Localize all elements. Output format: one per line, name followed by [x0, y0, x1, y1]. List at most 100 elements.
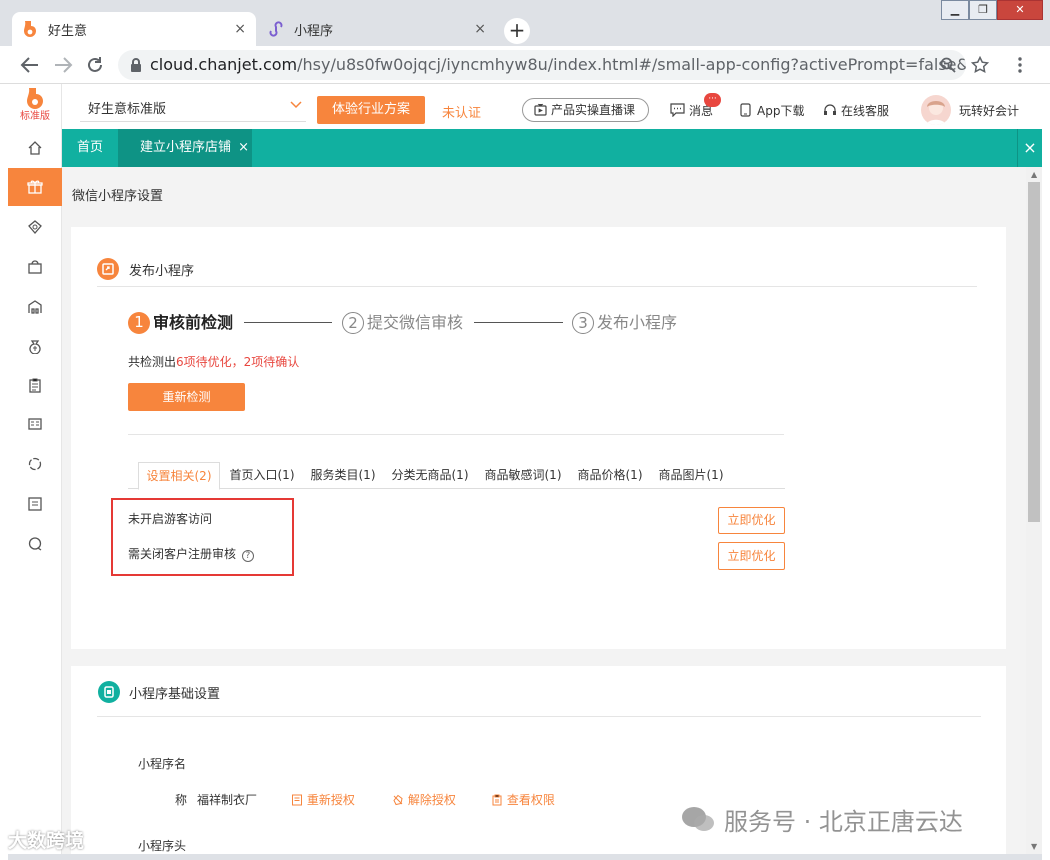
sidebar-refresh-icon[interactable]: [8, 445, 62, 483]
back-icon[interactable]: [20, 56, 40, 74]
online-service-link[interactable]: 在线客服: [841, 102, 889, 119]
live-course-label: 产品实操直播课: [551, 103, 636, 117]
sidebar-store-icon[interactable]: [8, 208, 62, 246]
mini-program-name-label: 小程序名: [138, 757, 187, 771]
scrollbar-thumb[interactable]: [1028, 182, 1040, 522]
tab-label: 建立小程序店铺: [140, 140, 232, 155]
view-permission-link[interactable]: 查看权限: [491, 791, 555, 808]
unlink-icon: [392, 794, 404, 806]
certification-status[interactable]: 未认证: [442, 102, 481, 121]
browser-menu-icon[interactable]: [1018, 57, 1022, 73]
sidebar-home-icon[interactable]: [8, 129, 62, 167]
sidebar-chat-icon[interactable]: [8, 525, 62, 563]
divider: [97, 286, 977, 287]
mini-program-avatar-label: 小程序头: [138, 839, 187, 853]
step-2-number: 2: [342, 312, 364, 334]
sidebar-news-icon[interactable]: [8, 485, 62, 523]
browser-tab-haoshengyi[interactable]: 好生意 ×: [12, 12, 256, 46]
reload-icon[interactable]: [85, 55, 105, 75]
publish-section-title: 发布小程序: [129, 264, 195, 279]
basic-section-title: 小程序基础设置: [129, 687, 221, 702]
check-summary: 共检测出6项待优化，2项待确认: [128, 355, 300, 369]
edition-select[interactable]: 好生意标准版: [80, 97, 306, 122]
tab-mini-program-store[interactable]: 建立小程序店铺 ×: [118, 129, 252, 167]
phone-icon: [740, 103, 751, 117]
new-tab-button[interactable]: +: [504, 18, 530, 44]
step-3-label: 发布小程序: [597, 313, 678, 332]
zoom-icon[interactable]: [940, 57, 956, 73]
sidebar-report-icon[interactable]: [8, 405, 62, 443]
wechat-icon: [680, 805, 716, 833]
reauthorize-link[interactable]: 重新授权: [291, 791, 355, 808]
tab-service-category[interactable]: 服务类目(1): [305, 462, 381, 489]
trial-industry-button[interactable]: 体验行业方案: [317, 96, 425, 124]
watermark-left: 大数跨境: [8, 830, 85, 852]
optimize-button[interactable]: 立即优化: [718, 507, 785, 534]
tab-price[interactable]: 商品价格(1): [572, 462, 648, 489]
scroll-down-icon[interactable]: ▼: [1031, 842, 1037, 851]
minimize-button[interactable]: ▁: [941, 0, 969, 20]
issue-guest-access: 未开启游客访问: [128, 512, 213, 526]
chevron-down-icon: [290, 101, 302, 109]
haoshengyi-favicon-icon: [22, 20, 38, 38]
bookmark-star-icon[interactable]: [971, 56, 989, 74]
avatar[interactable]: [921, 95, 951, 125]
logo-label: 标准版: [20, 111, 50, 122]
tab-home-entry[interactable]: 首页入口(1): [224, 462, 300, 489]
step-connector: [474, 322, 563, 323]
step-3-number: 3: [572, 312, 594, 334]
tab-empty-category[interactable]: 分类无商品(1): [386, 462, 474, 489]
tab-close-icon[interactable]: ×: [474, 21, 486, 37]
maximize-button[interactable]: ❐: [969, 0, 997, 20]
close-window-button[interactable]: ✕: [997, 0, 1043, 20]
tab-home[interactable]: 首页: [62, 129, 118, 167]
tab-title: 好生意: [48, 23, 88, 39]
live-course-button[interactable]: 产品实操直播课: [522, 98, 649, 122]
tv-icon: [534, 103, 547, 116]
app-download-link[interactable]: App下载: [757, 102, 804, 119]
close-all-tabs-icon[interactable]: ×: [1017, 129, 1042, 167]
step-connector: [244, 322, 332, 323]
forward-icon[interactable]: [53, 56, 73, 74]
page-title: 微信小程序设置: [72, 189, 164, 204]
address-bar[interactable]: cloud.chanjet.com/hsy/u8s0fw0ojqcj/iyncm…: [118, 50, 966, 80]
divider: [128, 434, 784, 435]
lock-icon[interactable]: [129, 57, 143, 73]
tab-title: 小程序: [294, 23, 334, 39]
settings-icon: [98, 681, 120, 703]
message-icon[interactable]: [670, 103, 685, 117]
sidebar-money-icon[interactable]: [8, 327, 62, 365]
window-border: [1042, 84, 1050, 860]
step-1-number: 1: [128, 312, 150, 334]
app-logo[interactable]: 标准版: [8, 84, 62, 128]
watermark-right: 服务号 · 北京正唐云达: [724, 808, 963, 836]
edition-select-value: 好生意标准版: [88, 102, 167, 117]
headset-icon: [823, 103, 837, 117]
sidebar-gift-icon[interactable]: [8, 168, 62, 206]
sidebar-bag-icon[interactable]: [8, 248, 62, 286]
tab-sensitive-words[interactable]: 商品敏感词(1): [479, 462, 567, 489]
doc-icon: [291, 794, 303, 806]
tab-close-icon[interactable]: ×: [238, 140, 249, 155]
tab-settings[interactable]: 设置相关(2): [138, 462, 220, 490]
recheck-button[interactable]: 重新检测: [128, 383, 245, 411]
step-2-label: 提交微信审核: [367, 313, 464, 332]
optimize-button[interactable]: 立即优化: [718, 542, 785, 570]
sidebar-warehouse-icon[interactable]: [8, 288, 62, 326]
miniprogram-favicon-icon: [268, 21, 284, 37]
sidebar-clipboard-icon[interactable]: [8, 366, 62, 404]
user-name[interactable]: 玩转好会计: [959, 102, 1019, 119]
browser-tab-miniprogram[interactable]: 小程序 ×: [258, 12, 496, 46]
issue-registration-review: 需关闭客户注册审核 ?: [128, 545, 254, 562]
scroll-up-icon[interactable]: ▲: [1031, 170, 1037, 179]
mini-program-name-value: 福祥制衣厂: [197, 793, 258, 807]
mini-program-name-label-suffix: 称: [175, 793, 188, 807]
publish-card: [71, 227, 1006, 649]
tab-images[interactable]: 商品图片(1): [653, 462, 729, 489]
unauthorize-link[interactable]: 解除授权: [392, 791, 456, 808]
help-icon[interactable]: ?: [241, 550, 254, 562]
clipboard-icon: [491, 794, 503, 806]
message-badge: ···: [704, 93, 721, 107]
tab-close-icon[interactable]: ×: [234, 21, 246, 37]
step-1-label: 审核前检测: [153, 313, 234, 332]
